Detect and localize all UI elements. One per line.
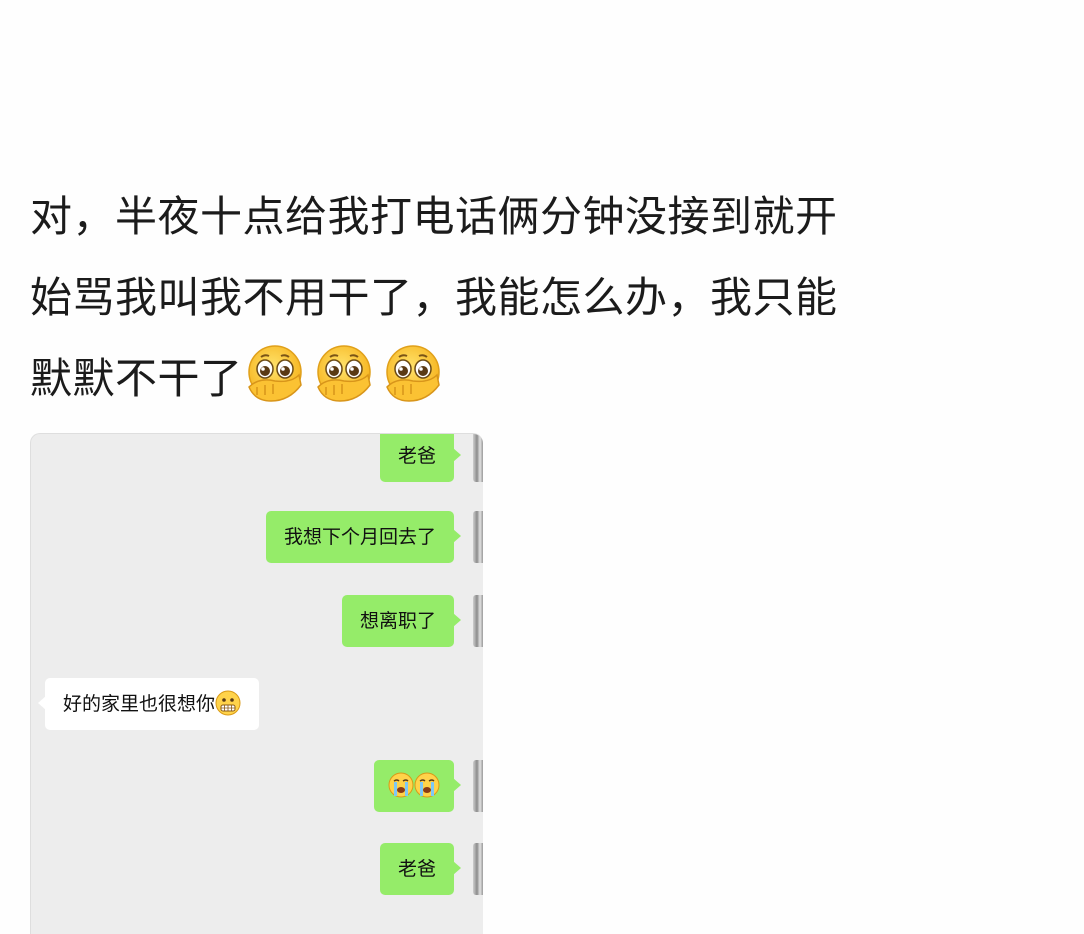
message-text: 老爸 [397, 858, 436, 880]
crying-face-icon [414, 772, 440, 798]
pleading-face-icon [312, 343, 376, 405]
message-bubble-sent: 老爸 [379, 843, 462, 895]
pleading-face-icon [381, 343, 445, 405]
post-text-line-3: 默默不干了 [30, 338, 1070, 419]
crying-face-icon [388, 772, 414, 798]
avatar [473, 511, 483, 563]
message-bubble-sent: 我想下个月回去了 [265, 511, 462, 563]
message-text: 老爸 [397, 445, 436, 467]
message-bubble-sent [374, 760, 461, 812]
grimacing-face-icon [215, 690, 241, 716]
post-text: 对，半夜十点给我打电话俩分钟没接到就开 始骂我叫我不用干了，我能怎么办，我只能 … [30, 176, 1070, 419]
message-text: 想离职了 [359, 610, 436, 632]
post-text-line-1: 对，半夜十点给我打电话俩分钟没接到就开 [30, 192, 838, 241]
message-bubble-sent: 想离职了 [341, 595, 462, 647]
avatar [473, 595, 483, 647]
post-text-line-3-text: 默默不干了 [30, 354, 243, 403]
message-bubble-sent: 老爸 [379, 434, 462, 482]
chat-screenshot: 老爸 我想下个月回去了 想离职了 好的家里也很想你 老爸 [30, 433, 483, 934]
post-text-line-2: 始骂我叫我不用干了，我能怎么办，我只能 [30, 273, 838, 322]
message-text: 好的家里也很想你 [63, 693, 216, 715]
message-bubble-received: 好的家里也很想你 [37, 678, 260, 730]
avatar [473, 760, 483, 812]
message-text: 我想下个月回去了 [283, 526, 436, 548]
avatar [473, 843, 483, 895]
pleading-face-icon [243, 343, 307, 405]
avatar [473, 434, 483, 482]
